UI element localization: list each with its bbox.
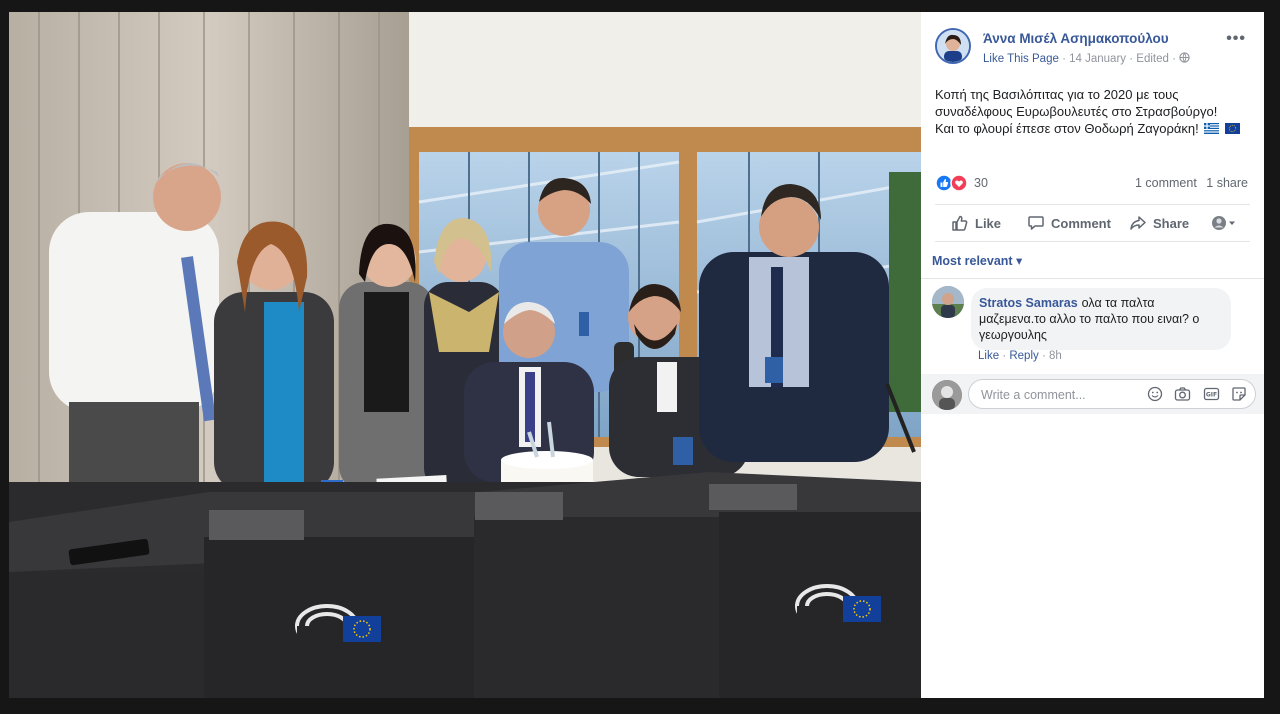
divider bbox=[921, 278, 1264, 279]
comment-label: Comment bbox=[1051, 216, 1111, 231]
engagement-counts: 1 comment 1 share bbox=[1129, 176, 1248, 190]
meta-separator: · bbox=[1002, 350, 1007, 362]
comment-sort-dropdown[interactable]: Most relevant ▾ bbox=[932, 253, 1022, 268]
eu-flag-icon bbox=[1225, 123, 1241, 134]
commenter-avatar[interactable] bbox=[932, 286, 964, 318]
like-label: Like bbox=[975, 216, 1002, 231]
camera-icon[interactable] bbox=[1174, 386, 1191, 405]
post-date[interactable]: 14 January bbox=[1069, 53, 1126, 65]
post-text-line-3: Και το φλουρί έπεσε στον Θοδωρή Ζαγοράκη… bbox=[935, 120, 1255, 137]
comment-input-placeholder: Write a comment... bbox=[981, 388, 1086, 402]
share-button[interactable]: Share bbox=[1129, 214, 1189, 232]
current-user-avatar bbox=[932, 380, 962, 410]
sticker-icon[interactable] bbox=[1231, 386, 1247, 405]
post-actions: Like Comment Share bbox=[935, 204, 1250, 242]
comment-reply-link[interactable]: Reply bbox=[1009, 350, 1038, 362]
edited-label[interactable]: Edited bbox=[1136, 53, 1169, 65]
page-avatar[interactable] bbox=[935, 28, 971, 64]
meta-separator: · bbox=[1129, 53, 1134, 65]
thumbs-up-icon bbox=[952, 215, 968, 231]
svg-text:GIF: GIF bbox=[1206, 392, 1217, 399]
meta-separator: · bbox=[1172, 53, 1176, 65]
post-as-selector[interactable] bbox=[1211, 214, 1243, 232]
like-button[interactable]: Like bbox=[951, 214, 1001, 232]
reaction-icons[interactable] bbox=[935, 174, 971, 192]
comment-input[interactable]: Write a comment... GIF bbox=[968, 379, 1256, 409]
page-name[interactable]: Άννα Μισέλ Ασημακοπούλου bbox=[983, 31, 1169, 46]
post-text-line: συναδέλφους Ευρωβουλευτές στο Στρασβούργ… bbox=[935, 104, 1218, 119]
more-options-icon[interactable]: ••• bbox=[1226, 30, 1246, 48]
globe-icon bbox=[1179, 52, 1190, 65]
comment-bubble: Stratos Samaras ολα τα παλτα μαζεμενα.το … bbox=[971, 288, 1231, 350]
post-text-line: Και το φλουρί έπεσε στον Θοδωρή Ζαγοράκη… bbox=[935, 121, 1199, 136]
chevron-down-icon bbox=[1229, 221, 1235, 225]
post-photo[interactable] bbox=[9, 12, 921, 698]
profile-switch-icon bbox=[1212, 216, 1235, 230]
meta-separator: · bbox=[1062, 53, 1066, 65]
share-icon bbox=[1130, 216, 1146, 230]
comment-author[interactable]: Stratos Samaras bbox=[979, 296, 1078, 310]
gif-icon[interactable]: GIF bbox=[1203, 386, 1220, 405]
post-panel: Άννα Μισέλ Ασημακοπούλου Like This Page … bbox=[921, 12, 1264, 698]
post-text-line: Κοπή της Βασιλόπιτας για το 2020 με τους bbox=[935, 87, 1179, 102]
write-comment-row: Write a comment... GIF bbox=[921, 374, 1264, 414]
avatar-image bbox=[937, 30, 969, 62]
comment-input-tools: GIF bbox=[1139, 386, 1247, 404]
post-meta: Like This Page · 14 January · Edited · bbox=[983, 52, 1190, 65]
photo-illustration bbox=[9, 12, 921, 698]
reactions-bar: 30 1 comment 1 share bbox=[935, 174, 1250, 194]
share-label: Share bbox=[1153, 216, 1190, 231]
comment-button[interactable]: Comment bbox=[1027, 214, 1111, 232]
comment-count[interactable]: 1 comment bbox=[1135, 176, 1197, 190]
comment-actions: Like · Reply · 8h bbox=[978, 350, 1062, 362]
reaction-count[interactable]: 30 bbox=[974, 176, 988, 190]
comment-time[interactable]: 8h bbox=[1049, 350, 1062, 362]
like-page-link[interactable]: Like This Page bbox=[983, 53, 1059, 65]
emoji-icon[interactable] bbox=[1147, 386, 1163, 405]
comment-like-link[interactable]: Like bbox=[978, 350, 999, 362]
post-header: Άννα Μισέλ Ασημακοπούλου Like This Page … bbox=[935, 28, 1254, 68]
meta-separator: · bbox=[1041, 350, 1046, 362]
comment-icon bbox=[1028, 216, 1044, 230]
post-text: Κοπή της Βασιλόπιτας για το 2020 με τους… bbox=[935, 86, 1255, 137]
greece-flag-icon bbox=[1204, 123, 1220, 134]
share-count[interactable]: 1 share bbox=[1206, 176, 1248, 190]
